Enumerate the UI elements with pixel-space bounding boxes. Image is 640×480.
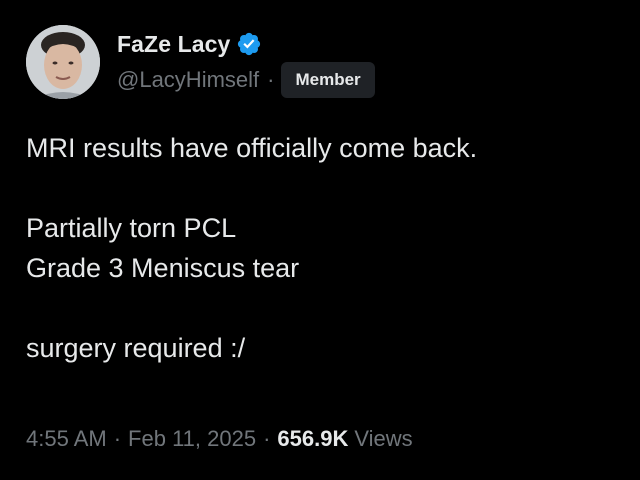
meta-dot: · — [113, 426, 122, 451]
views-label: Views — [354, 426, 413, 451]
tweet-meta: 4:55 AM · Feb 11, 2025 · 656.9K Views — [26, 422, 413, 456]
verified-badge-icon[interactable] — [236, 31, 262, 57]
author-handle-row: @LacyHimself · Member — [117, 62, 375, 98]
member-badge[interactable]: Member — [281, 62, 375, 98]
author-handle[interactable]: @LacyHimself — [117, 67, 259, 93]
avatar[interactable] — [26, 25, 100, 99]
tweet-time[interactable]: 4:55 AM — [26, 426, 107, 452]
avatar-photo — [26, 25, 100, 99]
separator-dot: · — [267, 67, 275, 92]
author-display-name[interactable]: FaZe Lacy — [117, 31, 230, 58]
views-count[interactable]: 656.9K — [277, 426, 348, 452]
tweet-date[interactable]: Feb 11, 2025 — [128, 426, 256, 452]
author-name-row: FaZe Lacy — [117, 29, 262, 59]
tweet-text: MRI results have officially come back. P… — [26, 133, 478, 363]
tweet-card: FaZe Lacy @LacyHimself · Member MRI resu… — [0, 0, 640, 480]
meta-dot: · — [263, 426, 271, 451]
